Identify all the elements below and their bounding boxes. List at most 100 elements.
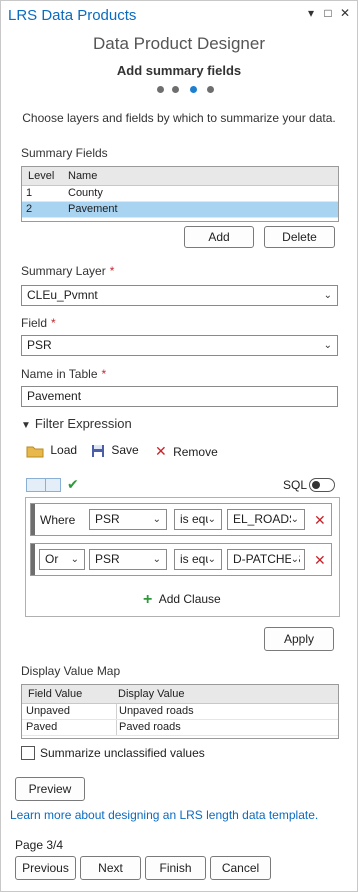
remove-clause-icon[interactable]: ✕ — [314, 512, 326, 529]
save-label: Save — [111, 443, 139, 457]
next-button[interactable]: Next — [80, 856, 141, 880]
remove-clause-icon[interactable]: ✕ — [314, 552, 326, 569]
column-header-name[interactable]: Name — [68, 167, 97, 185]
name-in-table-label-text: Name in Table — [21, 367, 98, 381]
field-value: PSR — [27, 338, 52, 352]
row-name: County — [68, 187, 103, 199]
field-label: Field * — [21, 316, 56, 330]
clause-row-2: Or ⌄ PSR ⌄ is equ ⌄ D-PATCHES ⌄ ✕ — [30, 543, 332, 576]
verify-check-icon[interactable]: ✔ — [67, 476, 79, 493]
step-description: Choose layers and fields by which to sum… — [22, 111, 336, 125]
step-dot-4 — [207, 86, 214, 93]
filter-expression-header[interactable]: ▼ Filter Expression — [21, 416, 132, 431]
table-row[interactable]: Paved Paved roads — [22, 720, 338, 736]
table-header: Level Name — [22, 167, 338, 186]
toggle-knob — [312, 481, 320, 489]
add-button[interactable]: Add — [184, 226, 254, 248]
remove-label: Remove — [173, 445, 218, 459]
column-header-display-value[interactable]: Display Value — [118, 685, 184, 703]
clause-field-select[interactable]: PSR ⌄ — [89, 509, 167, 530]
load-button[interactable]: Load — [26, 443, 77, 458]
table-row[interactable]: Unpaved Unpaved roads — [22, 704, 338, 720]
sql-mode-icon[interactable] — [45, 478, 61, 492]
wizard-title: Data Product Designer — [93, 34, 265, 53]
clause-connector: Where — [40, 513, 76, 527]
column-header-level[interactable]: Level — [28, 167, 54, 185]
summary-layer-label: Summary Layer * — [21, 264, 114, 278]
chevron-down-icon: ⌄ — [152, 554, 161, 565]
save-icon — [92, 444, 104, 457]
chevron-down-icon: ▼ — [21, 420, 31, 431]
apply-button[interactable]: Apply — [264, 627, 334, 651]
chevron-down-icon: ⌄ — [207, 550, 216, 569]
preview-button[interactable]: Preview — [15, 777, 85, 801]
clause-field-value: PSR — [95, 552, 120, 566]
add-clause-button[interactable]: + Add Clause — [143, 591, 221, 609]
name-in-table-label: Name in Table * — [21, 367, 106, 381]
clause-connector-value: Or — [45, 552, 59, 566]
pane-title: LRS Data Products — [8, 7, 137, 24]
sql-label: SQL — [283, 478, 308, 492]
close-icon[interactable]: ✕ — [338, 6, 352, 20]
summary-fields-label: Summary Fields — [21, 146, 108, 160]
save-button[interactable]: Save — [91, 443, 139, 458]
clause-value-text: EL_ROADS — [233, 512, 298, 526]
clause-field-select[interactable]: PSR ⌄ — [89, 549, 167, 570]
chevron-down-icon: ⌄ — [152, 514, 161, 525]
row-field-value: Paved — [26, 721, 58, 733]
cancel-button[interactable]: Cancel — [210, 856, 271, 880]
table-row[interactable]: 1 County — [22, 186, 338, 202]
add-clause-label: Add Clause — [158, 592, 221, 606]
row-display-value: Paved roads — [116, 720, 181, 735]
name-in-table-input[interactable]: Pavement — [21, 386, 338, 407]
summary-layer-select[interactable]: CLEu_Pvmnt ⌄ — [21, 285, 338, 306]
required-marker: * — [109, 264, 115, 278]
field-select[interactable]: PSR ⌄ — [21, 335, 338, 356]
finish-button[interactable]: Finish — [145, 856, 206, 880]
load-label: Load — [50, 443, 78, 457]
chevron-down-icon: ⌄ — [323, 340, 332, 351]
chevron-down-icon: ⌄ — [323, 290, 332, 301]
step-dot-1 — [157, 86, 164, 93]
filter-expression-label: Filter Expression — [34, 416, 132, 431]
remove-icon: ✕ — [155, 443, 167, 459]
pane-menu-icon[interactable]: ▾ — [304, 6, 318, 20]
sql-toggle[interactable] — [309, 478, 335, 492]
display-value-map-table: Field Value Display Value Unpaved Unpave… — [21, 684, 339, 739]
maximize-icon[interactable]: □ — [321, 6, 335, 20]
clause-operator-select[interactable]: is equ ⌄ — [174, 509, 222, 530]
folder-icon — [26, 446, 44, 458]
summarize-unclassified-checkbox[interactable] — [21, 746, 35, 760]
required-marker: * — [101, 367, 107, 381]
clause-connector-select[interactable]: Or ⌄ — [39, 549, 85, 570]
summary-fields-table: Level Name 1 County 2 Pavement — [21, 166, 339, 222]
clause-mode-icon[interactable] — [26, 478, 46, 492]
chevron-down-icon: ⌄ — [290, 550, 299, 569]
chevron-down-icon: ⌄ — [207, 510, 216, 529]
row-level: 1 — [26, 187, 33, 199]
row-field-value: Unpaved — [26, 705, 71, 717]
learn-more-link[interactable]: Learn more about designing an LRS length… — [10, 808, 318, 822]
clause-value-select[interactable]: D-PATCHES ⌄ — [227, 549, 305, 570]
delete-button[interactable]: Delete — [264, 226, 335, 248]
previous-button[interactable]: Previous — [15, 856, 76, 880]
clause-handle[interactable] — [31, 504, 35, 535]
step-dot-3 — [190, 86, 197, 93]
table-header: Field Value Display Value — [22, 685, 338, 704]
summarize-unclassified-label: Summarize unclassified values — [40, 746, 205, 760]
remove-button[interactable]: ✕ Remove — [155, 443, 218, 460]
summary-layer-label-text: Summary Layer — [21, 264, 106, 278]
plus-icon: + — [143, 591, 153, 608]
clause-field-value: PSR — [95, 512, 120, 526]
row-name: Pavement — [68, 203, 118, 215]
required-marker: * — [51, 316, 56, 330]
clause-handle[interactable] — [31, 544, 35, 575]
field-label-text: Field — [21, 316, 48, 330]
clause-operator-select[interactable]: is equ ⌄ — [174, 549, 222, 570]
display-value-map-label: Display Value Map — [21, 664, 121, 678]
clause-value-select[interactable]: EL_ROADS ⌄ — [227, 509, 305, 530]
step-title: Add summary fields — [116, 63, 242, 78]
step-dot-2 — [172, 86, 179, 93]
table-row-selected[interactable]: 2 Pavement — [22, 202, 338, 218]
column-header-field-value[interactable]: Field Value — [28, 685, 82, 703]
